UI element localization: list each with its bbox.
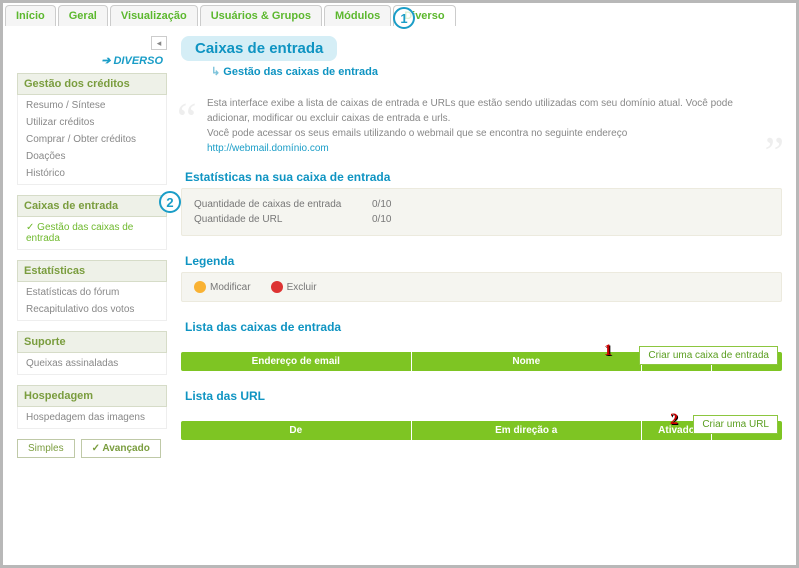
collapse-icon[interactable]: ◂	[151, 36, 167, 50]
tab-usu-rios-grupos[interactable]: Usuários & Grupos	[200, 5, 322, 26]
stats-title: Estatísticas na sua caixa de entrada	[181, 170, 782, 184]
sidebar-item[interactable]: Recapitulativo dos votos	[18, 301, 166, 318]
callout-2-icon: 2	[159, 191, 181, 213]
create-url-button[interactable]: Criar uma URL	[693, 415, 778, 434]
sidebar-item[interactable]: Gestão das caixas de entrada	[18, 219, 166, 247]
tab-m-dulos[interactable]: Módulos	[324, 5, 391, 26]
sidebar-item[interactable]: Utilizar créditos	[18, 114, 166, 131]
col-from: De	[181, 421, 412, 440]
list1-title: Lista das caixas de entrada	[181, 320, 782, 334]
delete-icon	[271, 281, 283, 293]
webmail-link[interactable]: http://webmail.domínio.com	[207, 143, 329, 154]
stat-row: Quantidade de caixas de entrada0/10	[194, 197, 769, 212]
col-to: Em direção a	[412, 421, 643, 440]
sidebar-item[interactable]: Hospedagem das imagens	[18, 409, 166, 426]
sidebar-header[interactable]: Hospedagem	[17, 385, 167, 407]
list2-title: Lista das URL	[181, 389, 782, 403]
sidebar-item[interactable]: Histórico	[18, 165, 166, 182]
edit-icon	[194, 281, 206, 293]
page-title: Caixas de entrada	[181, 36, 337, 61]
marker-2-icon: 2	[670, 411, 678, 429]
col-email: Endereço de email	[181, 352, 412, 371]
simple-mode-button[interactable]: Simples	[17, 439, 75, 458]
page-subtitle: ↳ Gestão das caixas de entrada	[211, 61, 782, 78]
sidebar-item[interactable]: Resumo / Síntese	[18, 97, 166, 114]
sidebar-item[interactable]: Estatísticas do fórum	[18, 284, 166, 301]
stat-row: Quantidade de URL0/10	[194, 212, 769, 227]
tab-geral[interactable]: Geral	[58, 5, 108, 26]
legend-title: Legenda	[181, 254, 782, 268]
advanced-mode-button[interactable]: ✓ Avançado	[81, 439, 161, 458]
sidebar-item[interactable]: Doações	[18, 148, 166, 165]
legend-item: Excluir	[271, 281, 317, 293]
diverso-header: ➔ DIVERSO	[17, 52, 167, 69]
sidebar-item[interactable]: Queixas assinaladas	[18, 355, 166, 372]
callout-1-icon: 1	[393, 7, 415, 29]
sidebar-header[interactable]: Suporte	[17, 331, 167, 353]
tab-in-cio[interactable]: Início	[5, 5, 56, 26]
sidebar-header[interactable]: Gestão dos créditos	[17, 73, 167, 95]
sidebar-item[interactable]: Comprar / Obter créditos	[18, 131, 166, 148]
create-inbox-button[interactable]: Criar uma caixa de entrada	[639, 346, 778, 365]
sidebar-header[interactable]: Estatísticas	[17, 260, 167, 282]
marker-1-icon: 1	[604, 342, 612, 360]
sidebar-header[interactable]: Caixas de entrada	[17, 195, 167, 217]
intro-text: “ Esta interface exibe a lista de caixas…	[181, 88, 782, 170]
legend-item: Modificar	[194, 281, 251, 293]
tab-visualiza-o[interactable]: Visualização	[110, 5, 198, 26]
